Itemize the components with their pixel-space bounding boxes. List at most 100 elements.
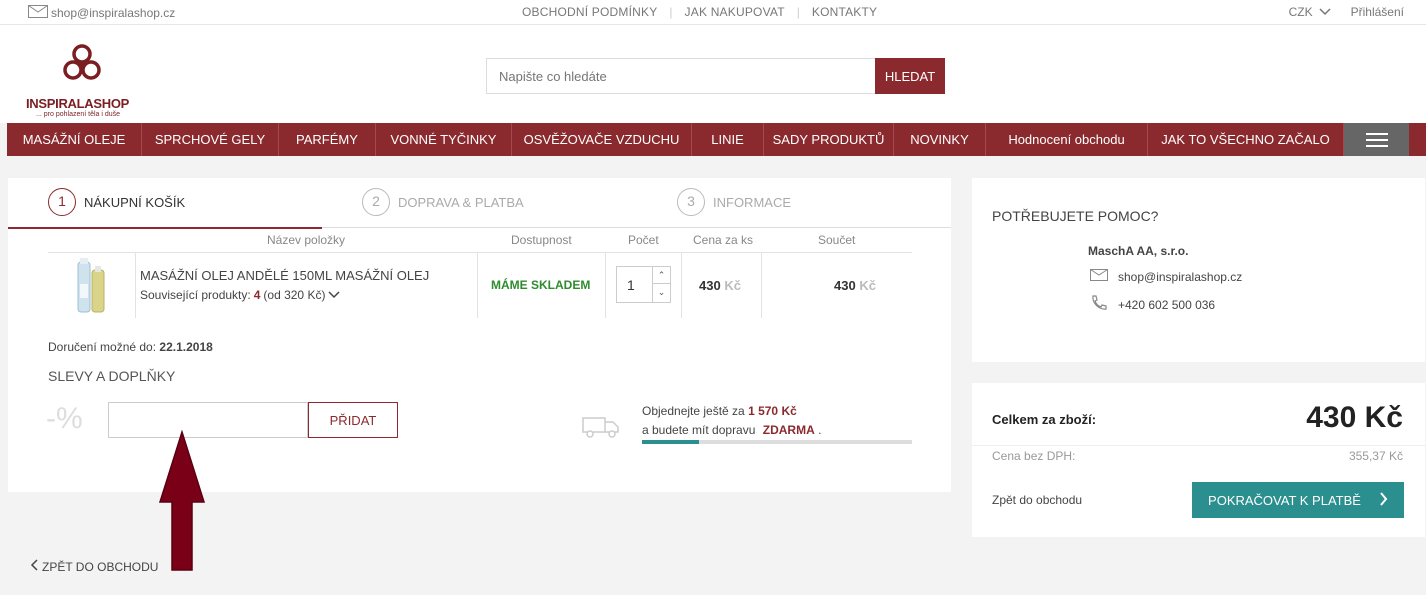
unit-price: 430 Kč <box>699 278 741 293</box>
product-image[interactable] <box>74 256 108 314</box>
nav-item-massage-oils[interactable]: MASÁŽNÍ OLEJE <box>7 123 142 156</box>
logo-tagline: ... pro pohlazení těla i duše <box>36 111 121 118</box>
related-count: 4 <box>253 288 261 302</box>
free-shipping-suffix: . <box>818 423 822 437</box>
discount-symbol: -% <box>46 402 83 435</box>
chevron-down-icon <box>1319 5 1331 19</box>
chevron-right-icon <box>1379 491 1388 509</box>
header-unit-price: Cena za ks <box>693 233 754 247</box>
top-bar: shop@inspiralashop.cz OBCHODNÍ PODMÍNKY … <box>0 0 1426 25</box>
step-label: DOPRAVA & PLATBA <box>398 194 524 210</box>
phone-icon <box>1090 295 1108 314</box>
progress-fill <box>642 440 699 444</box>
contact-email[interactable]: shop@inspiralashop.cz <box>28 5 175 21</box>
search-input[interactable] <box>486 58 876 94</box>
product-image-cell <box>48 252 136 318</box>
back-to-shop-link[interactable]: ZPĚT DO OBCHODU <box>30 559 158 574</box>
site-logo[interactable]: INSPIRALASHOP ... pro pohlazení těla i d… <box>26 41 146 118</box>
top-link-how-to-buy[interactable]: JAK NAKUPOVAT <box>673 5 797 19</box>
step-label: INFORMACE <box>713 194 791 210</box>
header-item-name: Název položky <box>267 233 346 247</box>
step-information[interactable]: 3 INFORMACE <box>677 188 791 216</box>
related-label: Související produkty: <box>140 288 251 302</box>
header: INSPIRALASHOP ... pro pohlazení těla i d… <box>0 25 1426 123</box>
logo-name: INSPIRALASHOP <box>26 96 130 111</box>
nav-item-air-fresheners[interactable]: OSVĚŽOVAČE VZDUCHU <box>512 123 692 156</box>
login-link[interactable]: Přihlášení <box>1351 5 1404 19</box>
free-shipping-line1: Objednejte ještě za 1 570 Kč <box>642 404 797 418</box>
availability-status: MÁME SKLADEM <box>491 278 591 292</box>
summary-back-link[interactable]: Zpět do obchodu <box>992 493 1082 507</box>
help-panel: POTŘEBUJETE POMOC? MaschA AA, s.r.o. sho… <box>972 178 1425 362</box>
row-total: 430 Kč <box>834 278 876 293</box>
discounts-title: SLEVY A DOPLŇKY <box>48 368 176 384</box>
step-number: 2 <box>362 188 390 216</box>
add-coupon-button[interactable]: PŘIDAT <box>308 402 398 438</box>
help-title: POTŘEBUJETE POMOC? <box>992 208 1159 224</box>
currency-selector[interactable]: CZK <box>1289 5 1331 19</box>
total-label: Celkem za zboží: <box>992 412 1097 427</box>
nav-item-news[interactable]: NOVINKY <box>894 123 986 156</box>
unit-price-cell: 430 Kč <box>682 252 762 318</box>
step-cart[interactable]: 1 NÁKUPNÍ KOŠÍK <box>48 188 185 216</box>
chevron-down-icon[interactable]: ⌄ <box>653 284 670 301</box>
main-navigation: MASÁŽNÍ OLEJE SPRCHOVÉ GELY PARFÉMY VONN… <box>7 123 1426 156</box>
free-shipping-prefix: Objednejte ještě za <box>642 404 745 418</box>
nav-item-lines[interactable]: LINIE <box>692 123 764 156</box>
free-shipping-amount: 1 570 Kč <box>748 404 797 418</box>
product-name[interactable]: MASÁŽNÍ OLEJ ANDĚLÉ 150ML MASÁŽNÍ OLEJ <box>140 268 429 283</box>
truck-icon <box>582 417 619 438</box>
free-shipping-progress <box>642 440 912 444</box>
row-total-value: 430 <box>834 278 856 293</box>
coupon-input[interactable] <box>108 402 308 438</box>
nav-item-shower-gels[interactable]: SPRCHOVÉ GELY <box>142 123 279 156</box>
nav-item-product-sets[interactable]: SADY PRODUKTŮ <box>764 123 894 156</box>
delivery-info: Doručení možné do: 22.1.2018 <box>48 340 213 354</box>
header-quantity: Počet <box>628 233 659 247</box>
help-phone-text: +420 602 500 036 <box>1118 297 1216 312</box>
active-step-indicator <box>8 227 322 229</box>
unit-price-value: 430 <box>699 278 721 293</box>
nav-item-incense[interactable]: VONNÉ TYČINKY <box>376 123 512 156</box>
chevron-down-icon <box>328 288 340 302</box>
continue-to-payment-button[interactable]: POKRAČOVAT K PLATBĚ <box>1192 482 1404 518</box>
header-availability: Dostupnost <box>511 233 572 247</box>
net-price-label: Cena bez DPH: <box>992 449 1076 463</box>
back-link-text: ZPĚT DO OBCHODU <box>42 559 159 574</box>
top-link-contacts[interactable]: KONTAKTY <box>800 5 889 19</box>
menu-icon[interactable] <box>1344 123 1409 156</box>
top-links: OBCHODNÍ PODMÍNKY | JAK NAKUPOVAT | KONT… <box>510 5 889 19</box>
search-button[interactable]: HLEDAT <box>875 58 945 94</box>
total-value: 430 Kč <box>1306 401 1403 434</box>
chevron-up-icon[interactable]: ⌃ <box>653 267 670 284</box>
nav-item-how-it-started[interactable]: JAK TO VŠECHNO ZAČALO <box>1148 123 1344 156</box>
help-email[interactable]: shop@inspiralashop.cz <box>1090 269 1242 284</box>
net-price-value: 355,37 Kč <box>1348 449 1403 463</box>
quantity-stepper[interactable]: 1 ⌃ ⌄ <box>616 266 671 303</box>
header-total: Součet <box>818 233 856 247</box>
free-shipping-free: ZDARMA <box>762 423 815 437</box>
delivery-label: Doručení možné do: <box>48 340 157 354</box>
free-shipping-line2: a budete mít dopravu ZDARMA . <box>642 423 821 437</box>
step-label: NÁKUPNÍ KOŠÍK <box>84 194 186 210</box>
unit-price-currency: Kč <box>724 278 741 293</box>
table-row: MASÁŽNÍ OLEJ ANDĚLÉ 150ML MASÁŽNÍ OLEJ S… <box>136 252 478 318</box>
related-products[interactable]: Související produkty: 4 (od 320 Kč) <box>140 288 340 302</box>
help-phone[interactable]: +420 602 500 036 <box>1090 295 1215 314</box>
row-total-currency: Kč <box>859 278 876 293</box>
chevron-left-icon <box>30 559 38 574</box>
top-link-terms[interactable]: OBCHODNÍ PODMÍNKY <box>510 5 669 19</box>
free-shipping-text: a budete mít dopravu <box>642 423 756 437</box>
nav-item-perfumes[interactable]: PARFÉMY <box>279 123 376 156</box>
quantity-arrows: ⌃ ⌄ <box>652 267 670 302</box>
step-shipping-payment[interactable]: 2 DOPRAVA & PLATBA <box>362 188 524 216</box>
company-name: MaschA AA, s.r.o. <box>1088 244 1189 258</box>
triskelion-icon <box>63 44 101 80</box>
nav-item-shop-rating[interactable]: Hodnocení obchodu <box>986 123 1148 156</box>
arrow-up-icon <box>158 430 206 571</box>
step-number: 3 <box>677 188 705 216</box>
related-from: (od 320 Kč) <box>263 288 326 302</box>
delivery-date: 22.1.2018 <box>159 340 213 354</box>
currency-value: CZK <box>1288 5 1313 19</box>
envelope-icon <box>28 5 48 21</box>
